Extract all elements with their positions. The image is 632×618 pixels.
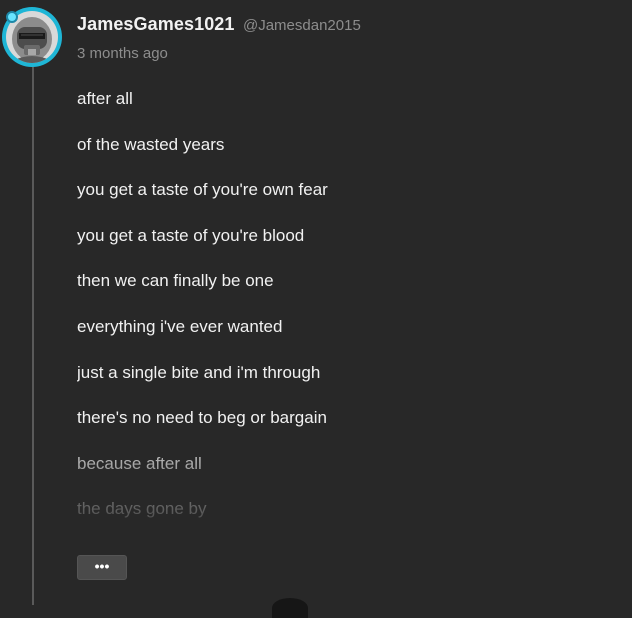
next-comment-avatar: [272, 598, 308, 618]
display-name[interactable]: JamesGames1021: [77, 14, 235, 34]
username[interactable]: @Jamesdan2015: [243, 17, 361, 34]
comment-line: after all: [77, 89, 133, 108]
timestamp[interactable]: 3 months ago: [77, 45, 168, 62]
comment-line: you get a taste of you're blood: [77, 225, 305, 245]
avatar[interactable]: [2, 7, 62, 67]
comment-line: the days gone by: [77, 499, 207, 519]
thread-line: [32, 66, 34, 605]
comment-body: after all of the wasted years you get a …: [77, 88, 597, 548]
comment-line: there's no need to beg or bargain: [77, 408, 327, 428]
comment-line: everything i've ever wanted: [77, 316, 283, 336]
comment-line: of the wasted years: [77, 134, 225, 154]
expand-button[interactable]: •••: [77, 555, 127, 580]
comment-line: just a single bite and i'm through: [77, 362, 321, 382]
badge-icon: [6, 11, 18, 23]
comment-line: then we can finally be one: [77, 271, 274, 291]
comment-header: JamesGames1021 @Jamesdan2015: [77, 14, 361, 35]
comment-line: you get a taste of you're own fear: [77, 180, 328, 200]
comment-line: because after all: [77, 453, 202, 473]
